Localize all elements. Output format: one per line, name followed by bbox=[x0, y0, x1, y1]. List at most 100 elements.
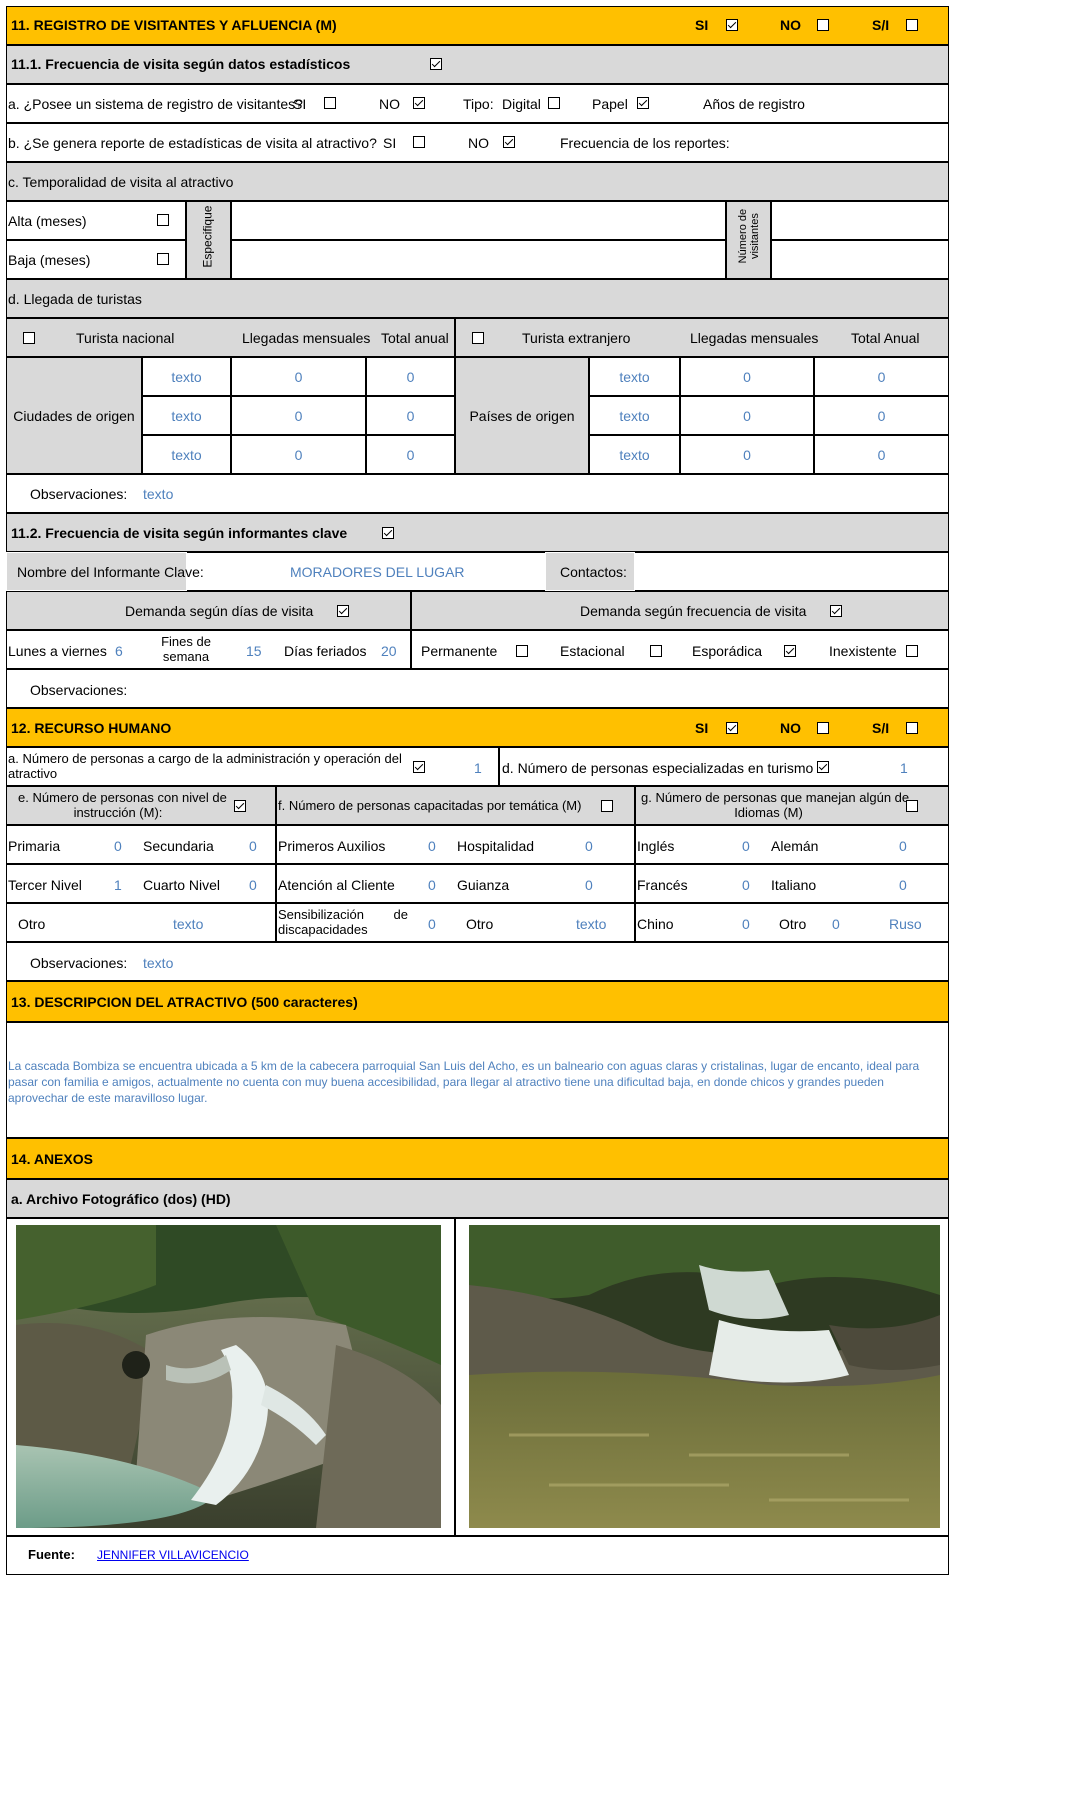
s11-si-checkbox[interactable] bbox=[726, 19, 738, 31]
a12-checkbox[interactable] bbox=[413, 761, 425, 773]
demanda-dias-checkbox[interactable] bbox=[337, 605, 349, 617]
b-no-label: NO bbox=[468, 135, 489, 151]
ciudad-origen-cell[interactable]: texto bbox=[142, 396, 231, 435]
ciudad-total-value: 0 bbox=[406, 368, 415, 385]
italiano-value[interactable]: 0 bbox=[899, 877, 907, 893]
fines-label-line1: Fines de bbox=[161, 634, 211, 649]
d12-value[interactable]: 1 bbox=[900, 760, 908, 776]
num-visitantes-label: Número de visitantes bbox=[737, 196, 761, 276]
aleman-value[interactable]: 0 bbox=[899, 838, 907, 854]
secundaria-value[interactable]: 0 bbox=[249, 838, 257, 854]
observaciones12-value[interactable]: texto bbox=[143, 955, 173, 971]
ciudad-origen-cell[interactable]: texto bbox=[142, 357, 231, 396]
especifique-label: Especifique bbox=[200, 205, 215, 268]
b-no-checkbox[interactable] bbox=[503, 136, 515, 148]
s12-si-checkbox[interactable] bbox=[726, 722, 738, 734]
descripcion-line2: pasar con familia e amigos, actualmente … bbox=[8, 1075, 884, 1089]
s12-sn-checkbox[interactable] bbox=[906, 722, 918, 734]
papel-checkbox[interactable] bbox=[637, 97, 649, 109]
pais-total-cell[interactable]: 0 bbox=[814, 396, 949, 435]
a12-value[interactable]: 1 bbox=[474, 760, 482, 776]
question-12a-line1: a. Número de personas a cargo de la admi… bbox=[8, 751, 402, 766]
ciudad-llegadas-cell[interactable]: 0 bbox=[231, 357, 366, 396]
ruso-value[interactable]: Ruso bbox=[889, 916, 922, 932]
ciudad-llegadas-cell[interactable]: 0 bbox=[231, 396, 366, 435]
s12-no-checkbox[interactable] bbox=[817, 722, 829, 734]
ciudad-total-cell[interactable]: 0 bbox=[366, 396, 455, 435]
fuente-link[interactable]: JENNIFER VILLAVICENCIO bbox=[97, 1548, 249, 1563]
permanente-checkbox[interactable] bbox=[516, 645, 528, 657]
alta-specify-field[interactable] bbox=[231, 201, 726, 240]
alta-visitantes-field[interactable] bbox=[771, 201, 949, 240]
otro-idioma-value[interactable]: 0 bbox=[832, 916, 840, 932]
nacional-checkbox[interactable] bbox=[23, 332, 35, 344]
pais-origen-cell[interactable]: texto bbox=[589, 435, 680, 474]
section-13-title: 13. DESCRIPCION DEL ATRACTIVO (500 carac… bbox=[11, 994, 358, 1010]
observaciones-value[interactable]: texto bbox=[143, 486, 173, 502]
estacional-checkbox[interactable] bbox=[650, 645, 662, 657]
s112-checkbox[interactable] bbox=[382, 527, 394, 539]
pais-llegadas-cell[interactable]: 0 bbox=[680, 396, 814, 435]
ciudad-origen-cell[interactable]: texto bbox=[142, 435, 231, 474]
pais-total-cell[interactable]: 0 bbox=[814, 435, 949, 474]
ciudad-llegadas-value: 0 bbox=[294, 368, 303, 385]
chino-value[interactable]: 0 bbox=[742, 916, 750, 932]
pais-origen-cell[interactable]: texto bbox=[589, 357, 680, 396]
d12-checkbox[interactable] bbox=[817, 761, 829, 773]
ciudad-llegadas-cell[interactable]: 0 bbox=[231, 435, 366, 474]
a-si-checkbox[interactable] bbox=[324, 97, 336, 109]
extranjero-label: Turista extranjero bbox=[522, 330, 631, 346]
lunes-value[interactable]: 6 bbox=[115, 643, 123, 659]
descripcion-text: La cascada Bombiza se encuentra ubicada … bbox=[8, 1058, 948, 1106]
descripcion-line1: La cascada Bombiza se encuentra ubicada … bbox=[8, 1059, 920, 1073]
feriados-value[interactable]: 20 bbox=[381, 643, 397, 659]
sensibilizacion-value[interactable]: 0 bbox=[428, 916, 436, 932]
fines-value[interactable]: 15 bbox=[246, 643, 262, 659]
g12-checkbox[interactable] bbox=[906, 800, 918, 812]
inexistente-checkbox[interactable] bbox=[906, 645, 918, 657]
s11-no-checkbox[interactable] bbox=[817, 19, 829, 31]
frances-value[interactable]: 0 bbox=[742, 877, 750, 893]
atencion-value[interactable]: 0 bbox=[428, 877, 436, 893]
tercer-value[interactable]: 1 bbox=[114, 877, 122, 893]
pais-llegadas-cell[interactable]: 0 bbox=[680, 357, 814, 396]
s111-checkbox[interactable] bbox=[430, 58, 442, 70]
ciudad-total-cell[interactable]: 0 bbox=[366, 435, 455, 474]
otro-instruccion-value[interactable]: texto bbox=[173, 916, 203, 932]
b-si-checkbox[interactable] bbox=[413, 136, 425, 148]
hospitalidad-value[interactable]: 0 bbox=[585, 838, 593, 854]
instruccion-row bbox=[6, 903, 276, 942]
otro-tematica-value[interactable]: texto bbox=[576, 916, 606, 932]
cuarto-value[interactable]: 0 bbox=[249, 877, 257, 893]
e12-checkbox[interactable] bbox=[234, 800, 246, 812]
descripcion-line3: aprovechar de este maravilloso lugar. bbox=[8, 1091, 208, 1105]
informante-value[interactable]: MORADORES DEL LUGAR bbox=[290, 564, 465, 580]
pais-llegadas-value: 0 bbox=[743, 368, 751, 385]
question-12f: f. Número de personas capacitadas por te… bbox=[278, 798, 582, 813]
auxilios-value[interactable]: 0 bbox=[428, 838, 436, 854]
primaria-value[interactable]: 0 bbox=[114, 838, 122, 854]
ciudad-total-value: 0 bbox=[406, 407, 415, 424]
baja-visitantes-field[interactable] bbox=[771, 240, 949, 279]
pais-origen-cell[interactable]: texto bbox=[589, 396, 680, 435]
pais-total-cell[interactable]: 0 bbox=[814, 357, 949, 396]
baja-specify-field[interactable] bbox=[231, 240, 726, 279]
extranjero-checkbox[interactable] bbox=[472, 332, 484, 344]
pais-llegadas-cell[interactable]: 0 bbox=[680, 435, 814, 474]
f12-checkbox[interactable] bbox=[601, 800, 613, 812]
guianza-value[interactable]: 0 bbox=[585, 877, 593, 893]
pais-llegadas-value: 0 bbox=[743, 407, 751, 424]
b-si-label: SI bbox=[383, 135, 397, 151]
waterfall-photo-1-art bbox=[16, 1225, 441, 1528]
s11-sn-checkbox[interactable] bbox=[906, 19, 918, 31]
ingles-value[interactable]: 0 bbox=[742, 838, 750, 854]
ciudad-total-cell[interactable]: 0 bbox=[366, 357, 455, 396]
demanda-frec-checkbox[interactable] bbox=[830, 605, 842, 617]
baja-checkbox[interactable] bbox=[157, 253, 169, 265]
alta-checkbox[interactable] bbox=[157, 214, 169, 226]
a-no-checkbox[interactable] bbox=[413, 97, 425, 109]
frec-reportes-label: Frecuencia de los reportes: bbox=[560, 135, 730, 151]
digital-checkbox[interactable] bbox=[548, 97, 560, 109]
esporadica-checkbox[interactable] bbox=[784, 645, 796, 657]
feriados-label: Días feriados bbox=[284, 643, 367, 659]
